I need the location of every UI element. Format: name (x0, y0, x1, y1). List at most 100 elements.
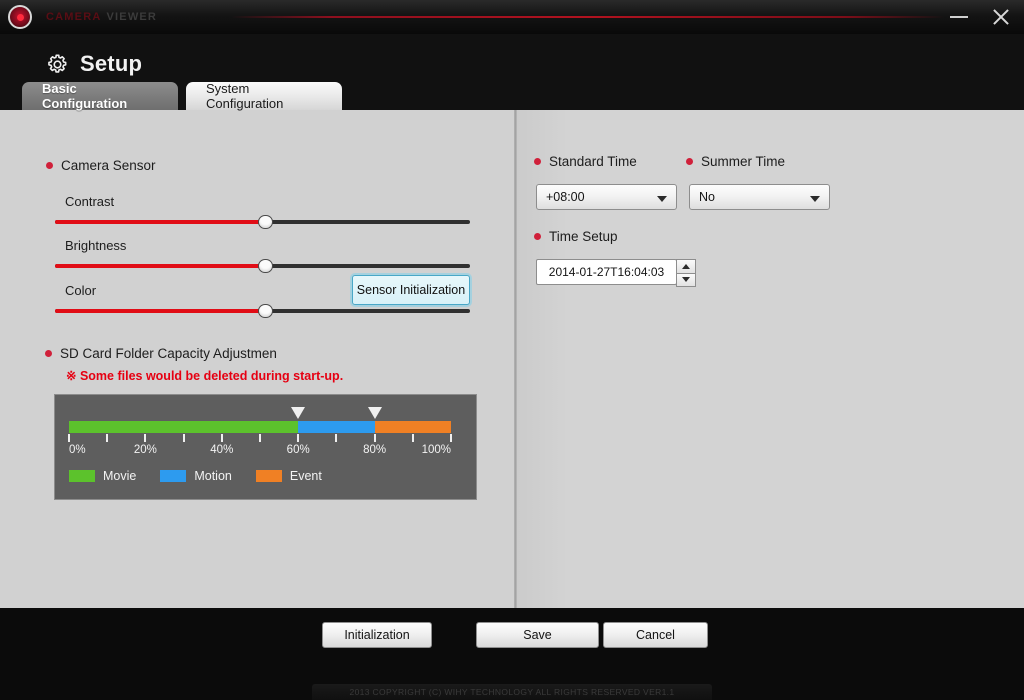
capacity-axis-labels: 0% 20% 40% 60% 80% 100% (69, 444, 451, 460)
brightness-label: Brightness (65, 238, 127, 253)
capacity-tick (144, 434, 147, 442)
time-setup-increment-button[interactable] (676, 259, 696, 274)
capacity-tick (335, 434, 338, 442)
tab-bar: Basic Configuration System Configuration (22, 81, 342, 111)
tab-basic-configuration-label: Basic Configuration (42, 81, 128, 111)
capacity-tick (182, 434, 185, 442)
sd-card-section-header: SD Card Folder Capacity Adjustmen (45, 346, 277, 361)
capacity-tick (220, 434, 223, 442)
summer-time-value: No (699, 190, 715, 204)
copyright-text: 2013 COPYRIGHT (C) WIHY TECHNOLOGY ALL R… (349, 687, 675, 697)
time-setup-value: 2014-01-27T16:04:03 (548, 265, 665, 279)
setup-window: CAMERA VIEWER Setup Basic Configuration S… (0, 0, 1024, 700)
legend-item-motion: Motion (160, 469, 232, 483)
tab-system-configuration[interactable]: System Configuration (186, 81, 342, 111)
legend-item-event: Event (255, 469, 322, 483)
cancel-button-label: Cancel (636, 628, 675, 642)
title-accent-line (232, 16, 944, 18)
chevron-down-icon (657, 196, 667, 202)
close-button[interactable] (980, 0, 1022, 34)
contrast-slider-group: Contrast (55, 194, 470, 229)
color-slider[interactable] (55, 304, 470, 318)
contrast-label: Contrast (65, 194, 115, 209)
capacity-axis-label: 20% (133, 444, 157, 456)
camera-sensor-label: Camera Sensor (61, 158, 156, 173)
color-fill (55, 309, 265, 313)
capacity-tick (297, 434, 300, 442)
brand-primary: CAMERA (46, 11, 102, 23)
title-bar: CAMERA VIEWER (0, 0, 1024, 34)
capacity-tick (411, 434, 414, 442)
capacity-chart: 0% 20% 40% 60% 80% 100% Movie Motion Event (54, 394, 477, 500)
camera-lens-logo-icon (8, 5, 32, 29)
footer: Initialization Save Cancel 2013 COPYRIGH… (0, 608, 1024, 700)
color-label: Color (65, 283, 97, 298)
bullet-icon (534, 158, 541, 165)
brightness-slider[interactable] (55, 259, 470, 273)
sd-card-warning: ※ Some files would be deleted during sta… (66, 369, 344, 383)
save-button[interactable]: Save (476, 622, 599, 648)
summer-time-select[interactable]: No (689, 184, 830, 210)
capacity-tick (68, 434, 70, 442)
capacity-axis-label: 40% (210, 444, 234, 456)
tab-basic-configuration[interactable]: Basic Configuration (22, 81, 178, 111)
brightness-knob[interactable] (257, 259, 273, 273)
initialization-button[interactable]: Initialization (322, 622, 432, 648)
standard-time-label: Standard Time (549, 154, 637, 169)
time-setup-label: Time Setup (549, 229, 618, 244)
camera-sensor-section-header: Camera Sensor (46, 158, 156, 173)
capacity-bar (69, 421, 451, 433)
summer-time-section-header: Summer Time (686, 154, 785, 169)
brand-name: CAMERA VIEWER (46, 11, 157, 23)
capacity-handles (69, 407, 451, 421)
close-icon (991, 7, 1011, 27)
minimize-icon (950, 16, 968, 18)
capacity-handle-1[interactable] (291, 407, 306, 419)
time-setup-input[interactable]: 2014-01-27T16:04:03 (536, 259, 696, 287)
brand-secondary: VIEWER (106, 11, 158, 23)
time-setup-stepper (676, 259, 696, 287)
capacity-segment-motion (298, 421, 375, 433)
sd-card-label: SD Card Folder Capacity Adjustmen (60, 346, 277, 361)
bullet-icon (46, 162, 53, 169)
brightness-slider-group: Brightness (55, 238, 470, 273)
content-panel: Camera Sensor Sensor Initialization Cont… (0, 110, 1024, 608)
page-title: Setup (80, 51, 143, 76)
gear-icon (48, 53, 67, 73)
capacity-axis-label: 60% (286, 444, 310, 456)
time-setup-decrement-button[interactable] (676, 273, 696, 287)
capacity-segment-event (374, 421, 451, 433)
capacity-axis-label: 100% (421, 444, 451, 456)
cancel-button[interactable]: Cancel (603, 622, 708, 648)
capacity-handle-2[interactable] (367, 407, 382, 419)
bullet-icon (45, 350, 52, 357)
capacity-axis-label: 80% (363, 444, 387, 456)
caret-up-icon (682, 263, 690, 269)
standard-time-select[interactable]: +08:00 (536, 184, 677, 210)
capacity-segment-movie (69, 421, 299, 433)
left-pane: Camera Sensor Sensor Initialization Cont… (0, 110, 514, 608)
save-button-label: Save (523, 628, 552, 642)
app-logo: CAMERA VIEWER (0, 5, 157, 29)
capacity-tick (259, 434, 261, 442)
capacity-ticks (68, 434, 452, 443)
color-slider-group: Color (55, 283, 470, 318)
standard-time-value: +08:00 (546, 190, 585, 204)
legend-swatch (160, 470, 187, 482)
legend-swatch (255, 470, 282, 482)
summer-time-label: Summer Time (701, 154, 786, 169)
legend-item-movie: Movie (69, 469, 136, 483)
color-knob[interactable] (257, 304, 273, 318)
tab-system-configuration-label: System Configuration (206, 81, 284, 111)
bullet-icon (686, 158, 693, 165)
capacity-tick (373, 434, 376, 442)
brightness-fill (55, 264, 265, 268)
contrast-fill (55, 220, 265, 224)
capacity-tick (450, 434, 452, 442)
initialization-button-label: Initialization (344, 628, 410, 642)
copyright-bar: 2013 COPYRIGHT (C) WIHY TECHNOLOGY ALL R… (312, 684, 712, 700)
minimize-button[interactable] (938, 0, 980, 34)
standard-time-section-header: Standard Time (534, 154, 637, 169)
contrast-knob[interactable] (257, 215, 273, 229)
contrast-slider[interactable] (55, 215, 470, 229)
